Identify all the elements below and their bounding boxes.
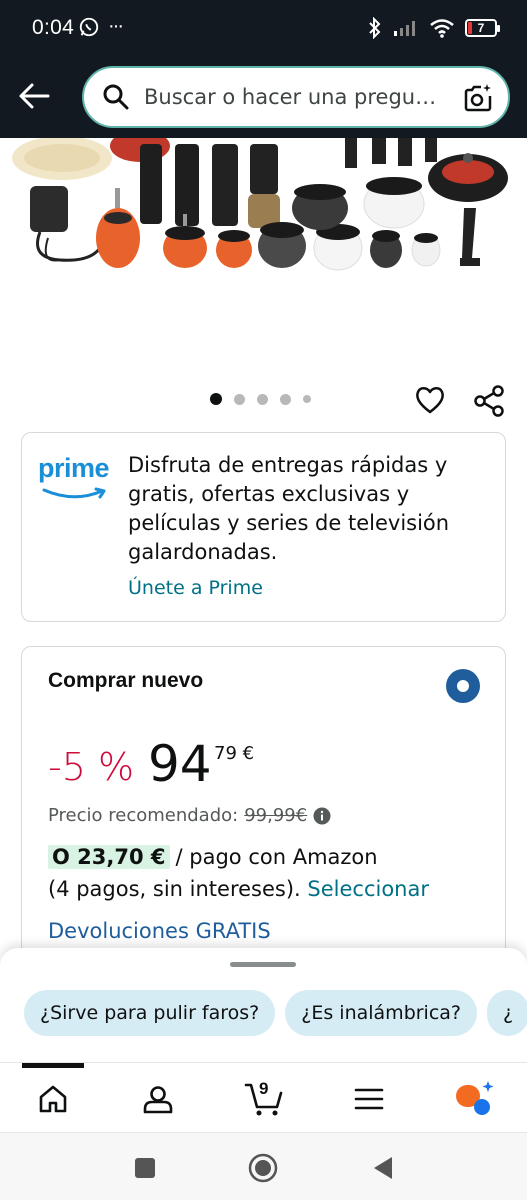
nav-menu[interactable] (345, 1075, 393, 1123)
header: Buscar o hacer una pregu… (0, 58, 527, 138)
installment-row: O 23,70 € / pago con Amazon (48, 845, 378, 869)
installment-select-link[interactable]: Seleccionar (307, 877, 429, 901)
user-icon (143, 1086, 173, 1114)
question-chip[interactable]: ¿Sirve para pulir faros? (24, 990, 276, 1036)
active-tab-indicator (22, 1063, 84, 1068)
carousel-dot-4[interactable] (280, 393, 291, 405)
sheet-drag-handle[interactable] (230, 962, 296, 967)
nav-cart[interactable]: 9 (240, 1075, 288, 1123)
camera-search-icon[interactable] (462, 82, 494, 114)
price-whole: 94 (148, 735, 212, 793)
arrow-left-icon (19, 83, 50, 109)
prime-promo-card: prime Disfruta de entregas rápidas y gra… (21, 432, 506, 622)
recents-button[interactable] (130, 1153, 160, 1183)
rufus-assistant-icon (456, 1081, 494, 1115)
image-carousel-dots[interactable] (210, 393, 311, 405)
bluetooth-icon (369, 17, 381, 39)
system-navigation-bar (0, 1132, 527, 1200)
cart-count: 9 (259, 1079, 269, 1098)
carousel-dot-5[interactable] (303, 395, 311, 403)
list-price-row: Precio recomendado: 99,99€ (48, 805, 331, 826)
ask-questions-sheet: ¿Sirve para pulir faros? ¿Es inalámbrica… (0, 948, 527, 1062)
home-system-button[interactable] (248, 1153, 278, 1183)
status-system-icons: 7 (367, 17, 500, 39)
heart-icon[interactable] (414, 384, 446, 416)
bottom-nav: 9 (0, 1062, 527, 1132)
product-image[interactable] (0, 138, 527, 373)
battery-level: 7 (477, 21, 485, 35)
battery-icon: 7 (465, 19, 500, 37)
price-fraction: 79 € (214, 743, 255, 764)
home-circle-icon (248, 1153, 278, 1183)
list-price-value: 99,99€ (244, 805, 308, 826)
join-prime-link[interactable]: Únete a Prime (128, 577, 263, 599)
wifi-icon (430, 19, 454, 38)
question-chip[interactable]: ¿ (487, 990, 527, 1036)
back-system-button[interactable] (368, 1153, 398, 1183)
list-price-label: Precio recomendado: (48, 805, 239, 826)
signal-icon (394, 21, 415, 36)
installment-amount: O 23,70 € (52, 845, 166, 869)
more-notifications-icon: ··· (108, 15, 124, 37)
nav-account[interactable] (134, 1075, 182, 1123)
buy-new-card[interactable]: Comprar nuevo -5 % 94 79 € Precio recome… (21, 646, 506, 976)
installment-terms-row: (4 pagos, sin intereses). Seleccionar (48, 877, 429, 901)
nav-home[interactable] (29, 1075, 77, 1123)
status-notification-icons: ··· (78, 15, 124, 38)
home-icon (39, 1085, 67, 1113)
prime-smile-icon (42, 487, 106, 499)
back-triangle-icon (374, 1157, 392, 1179)
question-chip[interactable]: ¿Es inalámbrica? (285, 990, 478, 1036)
status-bar: 0:04 ··· 7 (0, 0, 527, 58)
question-chips: ¿Sirve para pulir faros? ¿Es inalámbrica… (24, 990, 527, 1036)
installment-suffix: / pago con Amazon (175, 845, 378, 869)
buy-new-radio[interactable] (446, 669, 480, 703)
carousel-dot-3[interactable] (257, 393, 268, 405)
carousel-dot-2[interactable] (234, 393, 245, 405)
search-input[interactable]: Buscar o hacer una pregu… (144, 85, 444, 109)
back-button[interactable] (14, 76, 54, 116)
whatsapp-icon (79, 17, 99, 36)
menu-icon (354, 1088, 384, 1110)
prime-description: Disfruta de entregas rápidas y gratis, o… (128, 453, 450, 564)
installment-terms: (4 pagos, sin intereses). (48, 877, 301, 901)
info-icon[interactable] (313, 807, 331, 825)
share-icon[interactable] (472, 384, 506, 418)
product-photo (12, 138, 508, 271)
status-time: 0:04 (32, 16, 75, 39)
search-icon (103, 84, 129, 110)
installment-badge: O 23,70 € (48, 845, 170, 869)
prime-logo: prime (38, 453, 116, 503)
recents-icon (135, 1158, 155, 1178)
search-bar[interactable]: Buscar o hacer una pregu… (82, 66, 510, 128)
discount-percent: -5 % (48, 745, 135, 789)
buy-new-title: Comprar nuevo (48, 669, 204, 692)
free-returns-link[interactable]: Devoluciones GRATIS (48, 919, 271, 943)
nav-rufus-assistant[interactable] (450, 1075, 498, 1123)
prime-logo-text: prime (38, 453, 110, 483)
carousel-dot-1[interactable] (210, 393, 222, 405)
